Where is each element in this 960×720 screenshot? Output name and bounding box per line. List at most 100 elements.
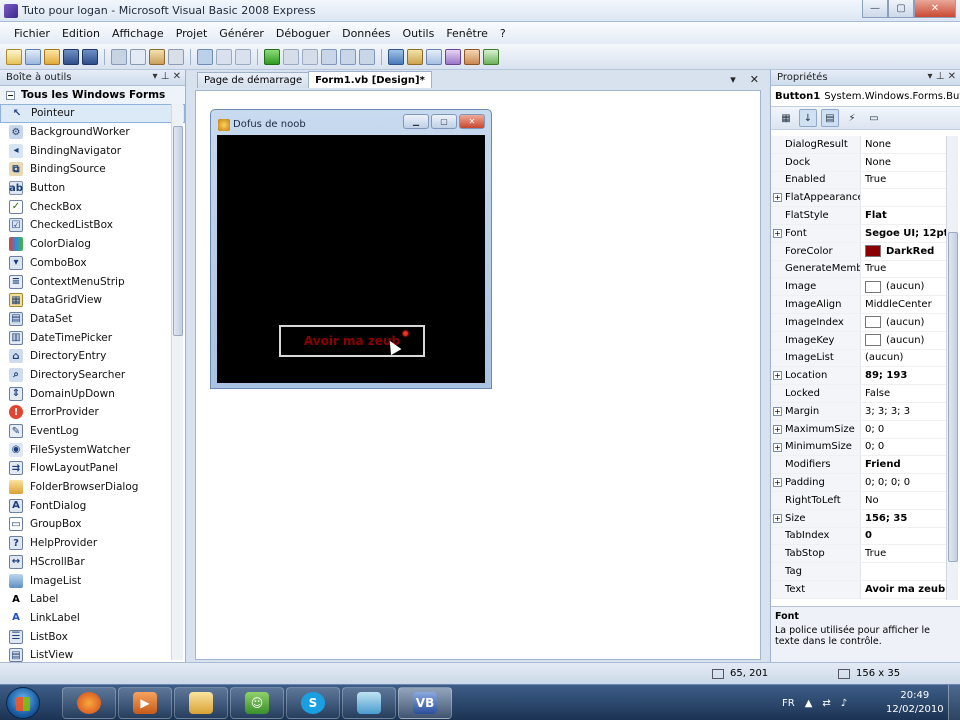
- cut-icon[interactable]: [111, 48, 127, 65]
- start-page-icon[interactable]: [483, 48, 499, 65]
- property-row[interactable]: + Size 156; 35: [771, 509, 947, 528]
- property-value[interactable]: 156; 35: [861, 510, 947, 527]
- property-value[interactable]: Segoe UI; 12pt: [861, 225, 947, 242]
- expand-icon[interactable]: +: [773, 406, 782, 416]
- menu-projet[interactable]: Projet: [170, 27, 214, 40]
- menu-edition[interactable]: Edition: [56, 27, 106, 40]
- properties-scrollbar-thumb[interactable]: [948, 232, 958, 562]
- toolbox-item-directorysearcher[interactable]: ⌕ DirectorySearcher: [0, 366, 185, 385]
- property-value[interactable]: Avoir ma zeub: [861, 581, 947, 598]
- property-row[interactable]: + Padding 0; 0; 0; 0: [771, 474, 947, 492]
- properties-header-buttons[interactable]: ▾ ⊥ ✕: [928, 71, 956, 82]
- property-pages-icon[interactable]: ▭: [865, 109, 883, 127]
- property-row[interactable]: TabStop True: [771, 545, 947, 564]
- property-value[interactable]: No: [861, 492, 947, 509]
- property-value[interactable]: (aucun): [861, 332, 947, 349]
- break-all-icon[interactable]: [283, 48, 299, 65]
- property-value[interactable]: 0; 0: [861, 421, 947, 438]
- step-out-icon[interactable]: [359, 48, 375, 65]
- toolbox-item-checkedlistbox[interactable]: ☑ CheckedListBox: [0, 216, 185, 235]
- network-icon[interactable]: ⇄: [822, 698, 830, 709]
- toolbox-item-backgroundworker[interactable]: ⚙ BackgroundWorker: [0, 123, 185, 142]
- toolbox-item-domainupdown[interactable]: ⇕ DomainUpDown: [0, 384, 185, 403]
- object-browser-icon[interactable]: [445, 48, 461, 65]
- show-desktop-button[interactable]: [948, 685, 960, 720]
- property-row[interactable]: Dock None: [771, 153, 947, 172]
- step-over-icon[interactable]: [340, 48, 356, 65]
- property-row[interactable]: ImageIndex (aucun): [771, 313, 947, 332]
- toolbox-item-bindingsource[interactable]: ⧉ BindingSource: [0, 160, 185, 179]
- property-value[interactable]: (aucun): [861, 278, 947, 295]
- menu-fichier[interactable]: Fichier: [8, 27, 56, 40]
- toolbox-scrollbar[interactable]: [171, 104, 183, 660]
- property-row[interactable]: Image (aucun): [771, 278, 947, 297]
- close-button[interactable]: ✕: [914, 0, 956, 18]
- property-value[interactable]: (aucun): [861, 314, 947, 331]
- menu-affichage[interactable]: Affichage: [106, 27, 170, 40]
- toolbox-item-label[interactable]: A Label: [0, 590, 185, 609]
- taskbar-skype[interactable]: S: [286, 687, 340, 719]
- taskbar-firefox[interactable]: [62, 687, 116, 719]
- property-row[interactable]: + FlatAppearance: [771, 189, 947, 208]
- toolbox-item-imagelist[interactable]: ImageList: [0, 571, 185, 590]
- property-value[interactable]: True: [861, 261, 947, 278]
- alphabetical-icon[interactable]: ↓: [799, 109, 817, 127]
- designed-button[interactable]: Avoir ma zeub: [279, 325, 425, 357]
- find-icon[interactable]: [388, 48, 404, 65]
- open-file-icon[interactable]: [44, 48, 60, 65]
- step-into-icon[interactable]: [321, 48, 337, 65]
- toolbox-item-contextmenustrip[interactable]: ≡ ContextMenuStrip: [0, 272, 185, 291]
- property-row[interactable]: ForeColor DarkRed: [771, 242, 947, 261]
- property-row[interactable]: DialogResult None: [771, 136, 947, 154]
- add-item-icon[interactable]: [25, 48, 41, 65]
- form-designer-surface[interactable]: Dofus de noob ▁ ▢ ✕ Avoir ma zeub: [195, 90, 761, 660]
- property-value[interactable]: True: [861, 545, 947, 562]
- taskbar-explorer[interactable]: [174, 687, 228, 719]
- property-value[interactable]: True: [861, 172, 947, 189]
- form-client-area[interactable]: Avoir ma zeub: [217, 135, 485, 383]
- property-row[interactable]: GenerateMember True: [771, 260, 947, 279]
- toolbox-item-eventlog[interactable]: ✎ EventLog: [0, 422, 185, 441]
- volume-icon[interactable]: ♪: [841, 698, 847, 709]
- properties-object-selector[interactable]: Button1 System.Windows.Forms.Button: [771, 86, 960, 106]
- expand-icon[interactable]: +: [773, 371, 782, 381]
- property-row[interactable]: + Location 89; 193: [771, 367, 947, 386]
- expand-icon[interactable]: +: [773, 228, 782, 238]
- taskbar-media-player[interactable]: ▶: [118, 687, 172, 719]
- properties-scrollbar[interactable]: [946, 136, 958, 600]
- property-row[interactable]: Tag: [771, 563, 947, 581]
- stop-debugging-icon[interactable]: [302, 48, 318, 65]
- property-value[interactable]: None: [861, 136, 947, 153]
- expand-icon[interactable]: +: [773, 478, 782, 488]
- navigate-icon[interactable]: [235, 48, 251, 65]
- property-value[interactable]: 0: [861, 528, 947, 545]
- close-document-icon[interactable]: ✕: [750, 73, 759, 86]
- toolbox-item-datagridview[interactable]: ▦ DataGridView: [0, 291, 185, 310]
- property-value[interactable]: 89; 193: [861, 367, 947, 384]
- undo-icon[interactable]: [197, 48, 213, 65]
- toolbox-icon[interactable]: [464, 48, 480, 65]
- toolbox-item-linklabel[interactable]: A LinkLabel: [0, 609, 185, 628]
- toolbox-item-filesystemwatcher[interactable]: ◉ FileSystemWatcher: [0, 440, 185, 459]
- toolbox-item-combobox[interactable]: ▾ ComboBox: [0, 254, 185, 273]
- tab-form1-design[interactable]: Form1.vb [Design]*: [308, 71, 432, 88]
- toolbox-item-checkbox[interactable]: ✓ CheckBox: [0, 197, 185, 216]
- menu-deboguer[interactable]: Déboguer: [270, 27, 336, 40]
- paste-icon[interactable]: [149, 48, 165, 65]
- tab-start-page[interactable]: Page de démarrage: [197, 72, 310, 88]
- property-row[interactable]: Locked False: [771, 385, 947, 403]
- solution-explorer-icon[interactable]: [407, 48, 423, 65]
- property-value[interactable]: None: [861, 154, 947, 171]
- toolbox-item-groupbox[interactable]: ▭ GroupBox: [0, 515, 185, 534]
- toolbox-item-datetimepicker[interactable]: ▥ DateTimePicker: [0, 328, 185, 347]
- property-row[interactable]: + Margin 3; 3; 3; 3: [771, 402, 947, 421]
- toolbox-item-helpprovider[interactable]: ? HelpProvider: [0, 534, 185, 553]
- toolbox-item-hscrollbar[interactable]: ↔ HScrollBar: [0, 553, 185, 572]
- property-value[interactable]: Friend: [861, 456, 947, 473]
- property-row[interactable]: ImageKey (aucun): [771, 331, 947, 350]
- property-row[interactable]: RightToLeft No: [771, 491, 947, 510]
- toolbox-item-folderbrowserdialog[interactable]: FolderBrowserDialog: [0, 478, 185, 497]
- properties-view-icon[interactable]: ▤: [821, 109, 839, 127]
- toolbox-item-bindingnavigator[interactable]: ◂ BindingNavigator: [0, 141, 185, 160]
- properties-window-icon[interactable]: [426, 48, 442, 65]
